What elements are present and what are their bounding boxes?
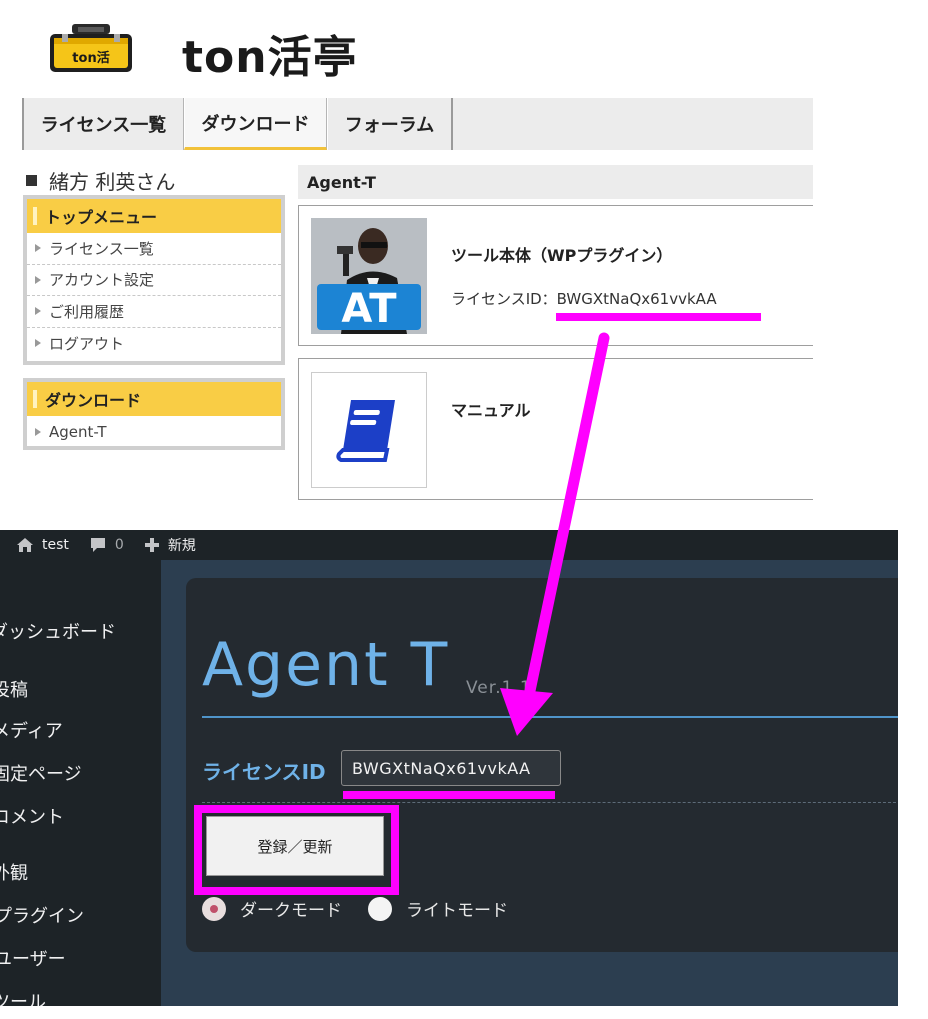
sidebar-item-pages[interactable]: 固定ページ [0, 760, 82, 786]
top-menu-heading: トップメニュー [27, 199, 281, 233]
wp-sidebar: ダッシュボード 投稿 メディア 固定ページ コメント 外観 プラグイン ユーザー… [0, 560, 161, 1006]
triangle-right-icon [35, 275, 41, 284]
triangle-right-icon [35, 244, 41, 253]
top-menu-heading-label: トップメニュー [45, 208, 158, 227]
sidebar-item-posts[interactable]: 投稿 [0, 676, 28, 702]
admin-bar-site-label: test [42, 537, 69, 553]
triangle-right-icon [35, 339, 41, 348]
menu-item-label: ログアウト [49, 334, 125, 353]
comment-icon [90, 538, 105, 552]
heading-bar-icon [33, 207, 37, 225]
sidebar-item-appearance[interactable]: 外観 [0, 859, 28, 885]
menu-item-usage-history[interactable]: ご利用履歴 [27, 296, 281, 328]
light-mode-label: ライトモード [406, 901, 508, 921]
admin-bar-comments[interactable]: 0 [89, 536, 124, 554]
square-bullet-icon [26, 175, 37, 186]
home-icon [17, 538, 33, 552]
highlight-underline [556, 313, 761, 321]
plugin-version: Ver.1.1 [466, 678, 532, 698]
license-id-text: ライセンスID：BWGXtNaQx61vvkAA [451, 290, 717, 308]
sidebar-item-tools[interactable]: ツール [0, 988, 46, 1006]
menu-item-agent-t[interactable]: Agent-T [27, 416, 281, 448]
triangle-right-icon [35, 427, 41, 436]
user-greeting: 緒方 利英さん [26, 166, 175, 195]
tab-download[interactable]: ダウンロード [184, 98, 327, 150]
tab-forum[interactable]: フォーラム [327, 98, 453, 150]
title-divider [202, 716, 898, 718]
main-tabs: ライセンス一覧 ダウンロード フォーラム [22, 98, 813, 150]
site-title[interactable]: ton活亭 [182, 30, 358, 86]
dashed-divider [202, 802, 898, 803]
menu-item-label: ライセンス一覧 [49, 239, 154, 258]
admin-bar-comment-count: 0 [114, 537, 124, 553]
product-header: Agent-T [298, 165, 813, 199]
menu-item-label: ご利用履歴 [49, 302, 125, 321]
sidebar-item-plugins[interactable]: プラグイン [0, 902, 84, 928]
menu-item-logout[interactable]: ログアウト [27, 328, 281, 360]
light-mode-radio[interactable] [368, 896, 392, 921]
dark-mode-radio[interactable] [202, 896, 226, 921]
download-menu-heading: ダウンロード [27, 382, 281, 416]
download-menu-heading-label: ダウンロード [45, 391, 142, 410]
download-menu: ダウンロード Agent-T [23, 378, 285, 450]
wp-admin-screen: test 0 新規 ダッシュボード 投稿 メディア 固定ページ コメント 外観 … [0, 530, 898, 1006]
menu-item-label: アカウント設定 [49, 271, 155, 290]
dark-mode-label: ダークモード [240, 901, 342, 921]
svg-text:AT: AT [341, 286, 397, 332]
agent-t-thumbnail[interactable]: AT [311, 218, 427, 334]
manual-title[interactable]: マニュアル [451, 397, 531, 421]
sidebar-item-media[interactable]: メディア [0, 717, 63, 743]
manual-book-icon[interactable] [311, 372, 427, 488]
tab-license-list[interactable]: ライセンス一覧 [22, 98, 184, 150]
sidebar-item-dashboard[interactable]: ダッシュボード [0, 618, 116, 644]
plugin-title: Agent T [202, 630, 450, 700]
toolbox-logo-icon: ton活 [48, 22, 134, 76]
wp-main-area: Agent T Ver.1.1 ライセンスID BWGXtNaQx61vvkAA… [161, 560, 898, 1006]
menu-item-label: Agent-T [49, 422, 107, 441]
tool-title[interactable]: ツール本体（WPプラグイン） [451, 242, 672, 266]
menu-item-account-settings[interactable]: アカウント設定 [27, 265, 281, 296]
heading-bar-icon [33, 390, 37, 408]
highlight-box [194, 805, 399, 895]
wp-admin-bar: test 0 新規 [0, 530, 898, 560]
svg-text:ton活: ton活 [72, 50, 109, 66]
admin-bar-new-label: 新規 [167, 538, 196, 554]
mode-selector: ダークモード ライトモード [202, 896, 508, 921]
user-name: 緒方 利英さん [49, 170, 176, 194]
admin-bar-site[interactable]: test [16, 537, 69, 553]
top-menu: トップメニュー ライセンス一覧 アカウント設定 ご利用履歴 ログアウト [23, 195, 285, 365]
tool-card: AT ツール本体（WPプラグイン） ライセンスID：BWGXtNaQx61vvk… [298, 205, 813, 346]
license-label: ライセンスID [202, 760, 326, 784]
agent-t-settings-panel: Agent T Ver.1.1 ライセンスID BWGXtNaQx61vvkAA… [186, 578, 898, 952]
manual-card: マニュアル [298, 358, 813, 500]
highlight-underline [343, 791, 555, 799]
plus-icon [144, 538, 159, 552]
triangle-right-icon [35, 307, 41, 316]
admin-bar-new[interactable]: 新規 [144, 535, 196, 555]
menu-item-license-list[interactable]: ライセンス一覧 [27, 233, 281, 265]
sidebar-item-users[interactable]: ユーザー [0, 945, 66, 971]
sidebar-item-comments[interactable]: コメント [0, 803, 64, 829]
license-id-input[interactable]: BWGXtNaQx61vvkAA [341, 750, 561, 786]
